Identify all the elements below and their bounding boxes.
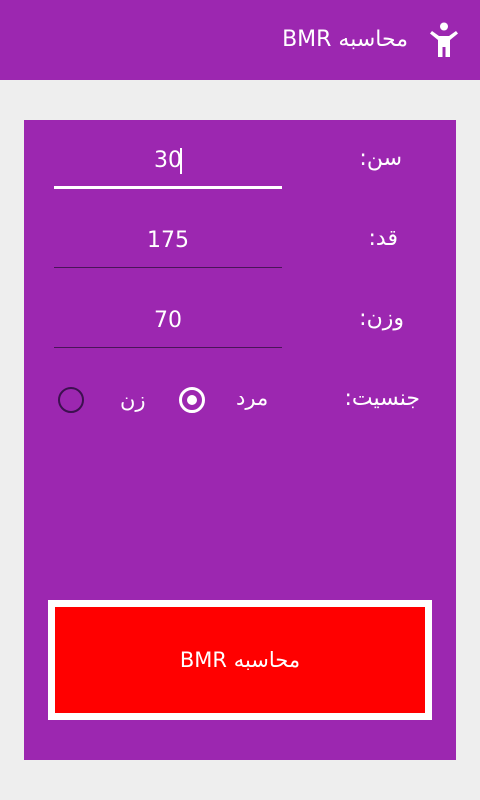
weight-label: وزن: [359,306,404,331]
gender-option-female-label[interactable]: زن [120,388,146,412]
bmr-form-card: سن: قد: وزن: جنسیت: مرد زن محاسبه BMR [24,120,456,760]
weight-input[interactable] [54,300,282,340]
height-input[interactable] [54,220,282,260]
gender-option-male-radio[interactable] [179,387,205,413]
person-icon [430,22,458,57]
text-caret [180,148,182,174]
age-label: سن: [359,146,402,171]
gender-option-female-radio[interactable] [58,387,84,413]
weight-field-wrapper [54,300,282,348]
calculate-button-frame: محاسبه BMR [48,600,432,720]
age-underline [54,186,282,189]
age-field-wrapper [54,140,282,189]
height-field-wrapper [54,220,282,268]
calculate-bmr-button[interactable]: محاسبه BMR [55,607,425,713]
gender-option-male-label[interactable]: مرد [236,386,268,410]
height-label: قد: [368,226,398,251]
weight-underline [54,347,282,348]
app-bar: محاسبه BMR [0,0,480,80]
height-underline [54,267,282,268]
age-input[interactable] [54,140,282,180]
gender-label: جنسیت: [344,386,420,411]
app-title: محاسبه BMR [282,27,408,52]
